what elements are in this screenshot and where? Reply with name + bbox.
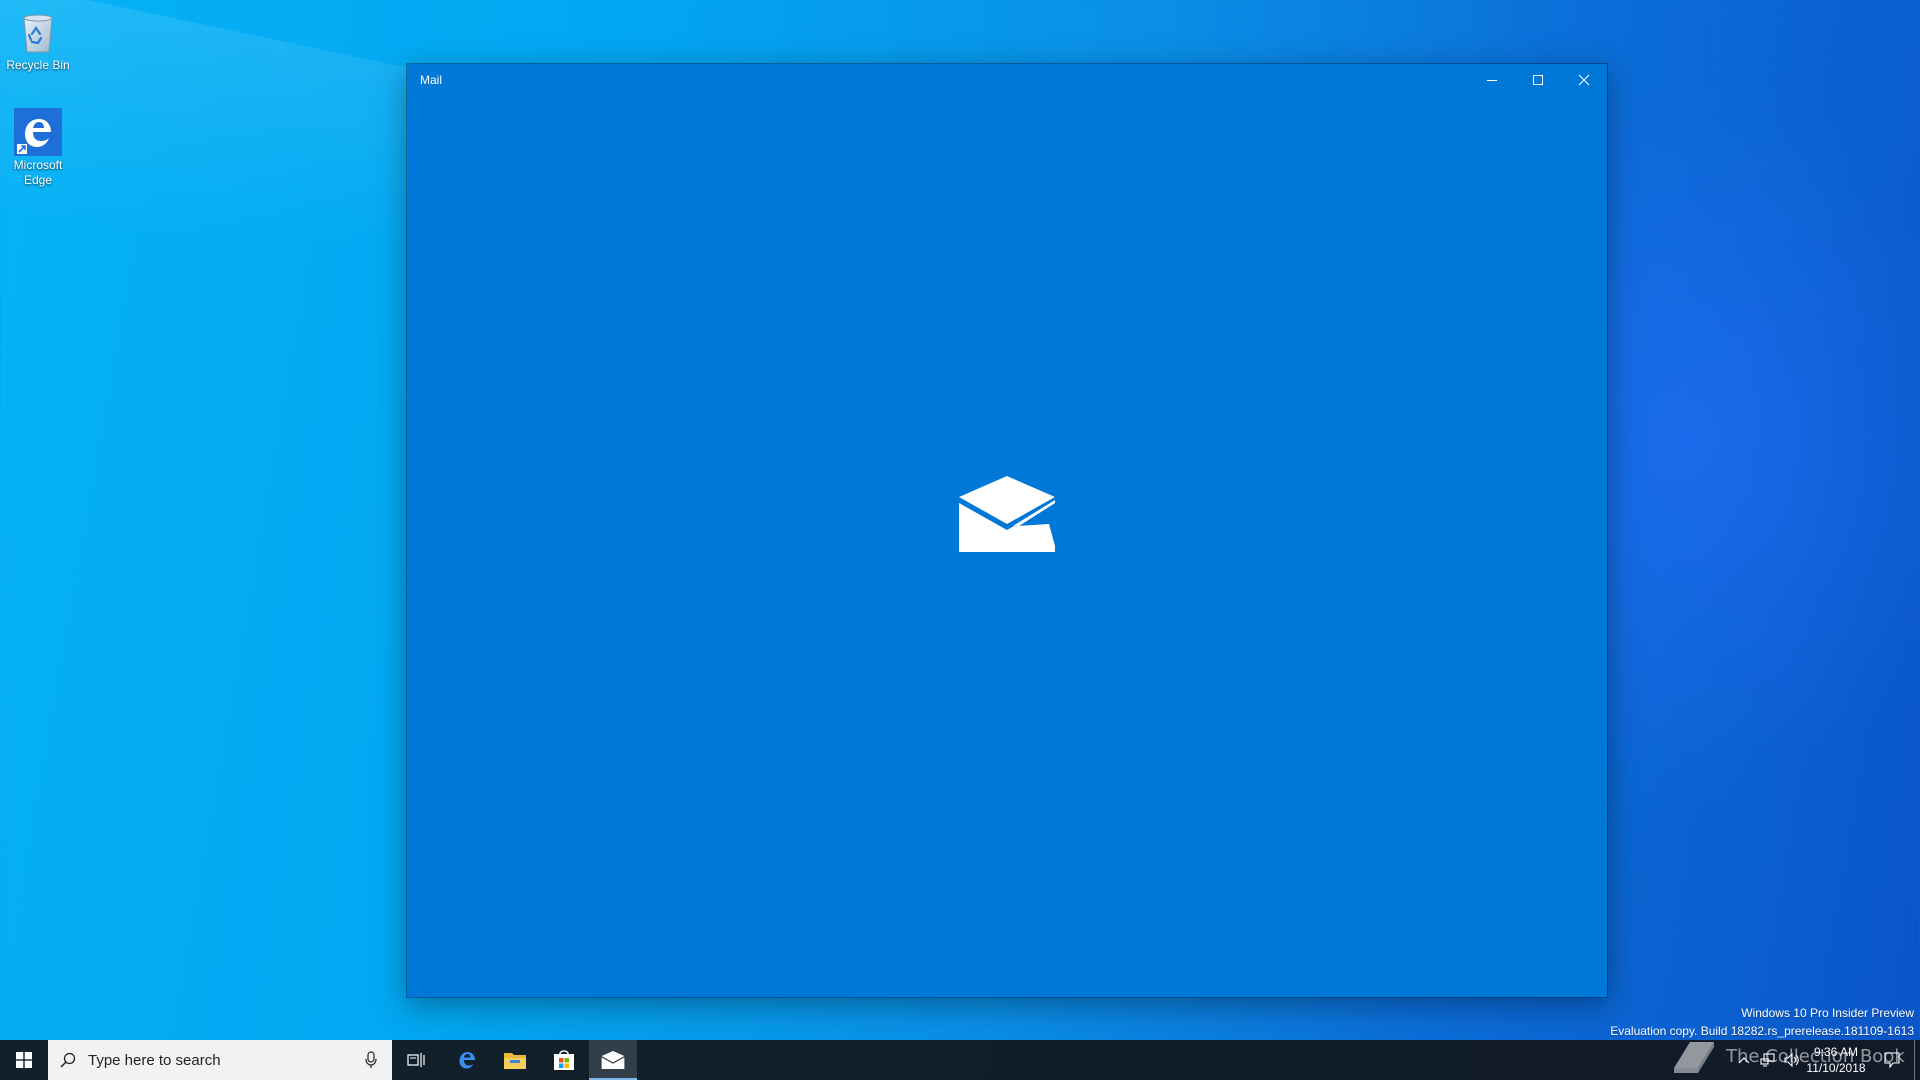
edge-icon (459, 1052, 475, 1069)
edge-icon (14, 108, 62, 156)
taskbar-clock[interactable]: 9:36 AM 11/10/2018 (1788, 1044, 1884, 1076)
desktop-icon-recycle-bin[interactable]: Recycle Bin (4, 8, 72, 73)
title-bar[interactable]: Mail (407, 64, 1607, 96)
maximize-icon (1533, 75, 1543, 85)
network-tray-button[interactable] (1756, 1040, 1780, 1080)
windows-logo-icon (16, 1052, 32, 1068)
microphone-icon[interactable] (364, 1051, 378, 1069)
action-center-button[interactable] (1872, 1040, 1912, 1080)
mail-icon (601, 1051, 625, 1069)
taskbar-file-explorer-button[interactable] (491, 1040, 539, 1080)
desktop-icon-label: Recycle Bin (6, 58, 70, 72)
close-icon (1578, 74, 1590, 86)
task-view-button[interactable] (392, 1040, 440, 1080)
maximize-button[interactable] (1515, 64, 1561, 96)
window-title: Mail (420, 73, 443, 87)
minimize-button[interactable] (1469, 64, 1515, 96)
taskbar-store-button[interactable] (540, 1040, 588, 1080)
file-explorer-icon (504, 1053, 526, 1069)
show-desktop-button[interactable] (1914, 1040, 1920, 1080)
taskbar-edge-button[interactable] (443, 1040, 491, 1080)
search-placeholder: Type here to search (88, 1052, 221, 1069)
start-button[interactable] (0, 1040, 48, 1080)
network-icon (1760, 1053, 1775, 1067)
close-button[interactable] (1561, 64, 1607, 96)
store-icon (554, 1050, 574, 1070)
taskbar: Type here to search 9:36 AM 11/10/2018 (0, 1040, 1920, 1080)
mail-envelope-icon (959, 476, 1055, 552)
desktop-icon-label: Microsoft Edge (13, 158, 63, 187)
minimize-icon (1487, 80, 1497, 81)
build-watermark-line2: Evaluation copy. Build 18282.rs_prerelea… (1610, 1024, 1914, 1038)
chevron-up-icon (1738, 1057, 1750, 1064)
mail-window[interactable]: Mail (407, 64, 1607, 997)
show-hidden-icons-button[interactable] (1732, 1040, 1756, 1080)
desktop-icon-microsoft-edge[interactable]: Microsoft Edge (4, 108, 72, 188)
task-view-icon (407, 1053, 425, 1067)
recycle-bin-icon (23, 14, 53, 53)
clock-time: 9:36 AM (1813, 1045, 1859, 1059)
taskbar-mail-button[interactable] (589, 1040, 637, 1080)
clock-date: 11/10/2018 (1806, 1061, 1866, 1075)
search-box[interactable]: Type here to search (48, 1040, 392, 1080)
search-icon (60, 1052, 76, 1068)
notification-icon (1884, 1052, 1900, 1068)
build-watermark-line1: Windows 10 Pro Insider Preview (1741, 1006, 1914, 1020)
